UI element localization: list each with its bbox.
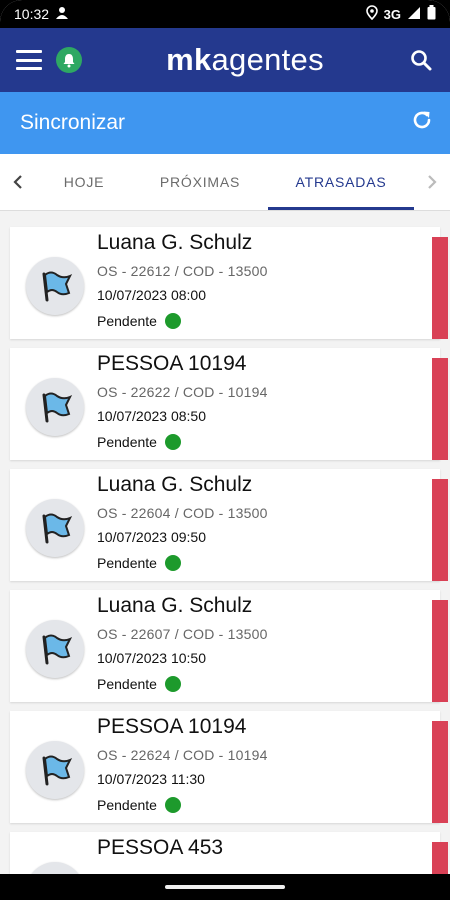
sync-label: Sincronizar <box>20 111 126 134</box>
status-dot <box>164 797 181 813</box>
order-datetime: 10/07/2023 08:00 <box>97 287 206 303</box>
order-datetime: 10/07/2023 09:50 <box>97 529 206 545</box>
tab-atrasadas[interactable]: ATRASADAS <box>268 154 414 210</box>
logo-bold: mk <box>166 42 212 77</box>
gesture-bar <box>0 874 450 900</box>
tab-bar: HOJE PRÓXIMAS ATRASADAS <box>0 154 450 211</box>
status-bar: 10:32 3G <box>0 0 450 28</box>
refresh-icon[interactable] <box>410 108 434 138</box>
client-name: Luana G. Schulz <box>97 473 253 496</box>
status-row: Pendente <box>97 676 181 692</box>
flag-icon <box>26 620 84 678</box>
order-datetime: 10/07/2023 11:30 <box>97 771 205 787</box>
order-datetime: 10/07/2023 08:50 <box>97 408 206 424</box>
status-label: Pendente <box>97 676 157 692</box>
order-code: OS - 22624 / COD - 10194 <box>97 747 268 763</box>
list-item[interactable]: PESSOA 10194 OS - 22624 / COD - 10194 10… <box>10 711 448 823</box>
tab-proximas-label: PRÓXIMAS <box>159 174 241 190</box>
status-row: Pendente <box>97 313 181 329</box>
phone-screen: 10:32 3G mkagentes Sincronizar HOJE PRÓX… <box>0 0 450 900</box>
client-name: PESSOA 10194 <box>97 352 247 375</box>
tab-proximas[interactable]: PRÓXIMAS <box>132 154 268 210</box>
status-dot <box>164 676 181 692</box>
app-bar: mkagentes <box>0 28 450 92</box>
app-logo: mkagentes <box>82 42 408 78</box>
status-label: Pendente <box>97 555 157 571</box>
chevron-left-icon[interactable] <box>0 174 36 190</box>
flag-icon <box>26 378 84 436</box>
home-indicator[interactable] <box>165 885 285 889</box>
tab-hoje-label: HOJE <box>63 174 105 190</box>
status-dot <box>164 313 181 329</box>
list-item[interactable]: Luana G. Schulz OS - 22612 / COD - 13500… <box>10 227 448 339</box>
status-label: Pendente <box>97 797 157 813</box>
flag-icon <box>26 499 84 557</box>
client-name: Luana G. Schulz <box>97 594 253 617</box>
order-code: OS - 22607 / COD - 13500 <box>97 626 268 642</box>
status-time: 10:32 <box>14 6 50 22</box>
order-list: Luana G. Schulz OS - 22612 / COD - 13500… <box>0 211 450 900</box>
sync-bar[interactable]: Sincronizar <box>0 92 450 154</box>
client-name: PESSOA 453 <box>97 836 224 859</box>
search-icon[interactable] <box>408 47 434 73</box>
status-row: Pendente <box>97 797 181 813</box>
late-indicator <box>432 479 448 581</box>
status-label: Pendente <box>97 313 157 329</box>
status-label: Pendente <box>97 434 157 450</box>
network-type: 3G <box>383 6 401 22</box>
person-icon <box>55 6 69 23</box>
late-indicator <box>432 237 448 339</box>
menu-icon[interactable] <box>16 50 42 70</box>
status-dot <box>164 555 181 571</box>
bell-icon[interactable] <box>56 47 82 73</box>
order-datetime: 10/07/2023 10:50 <box>97 650 206 666</box>
location-icon <box>365 5 378 23</box>
tab-atrasadas-label: ATRASADAS <box>295 174 387 190</box>
late-indicator <box>432 600 448 702</box>
logo-rest: agentes <box>211 42 324 77</box>
late-indicator <box>432 721 448 823</box>
client-name: Luana G. Schulz <box>97 231 253 254</box>
order-code: OS - 22612 / COD - 13500 <box>97 263 268 279</box>
late-indicator <box>432 358 448 460</box>
list-item[interactable]: Luana G. Schulz OS - 22604 / COD - 13500… <box>10 469 448 581</box>
order-code: OS - 22622 / COD - 10194 <box>97 384 268 400</box>
client-name: PESSOA 10194 <box>97 715 247 738</box>
list-item[interactable]: Luana G. Schulz OS - 22607 / COD - 13500… <box>10 590 448 702</box>
battery-icon <box>427 5 436 23</box>
status-row: Pendente <box>97 555 181 571</box>
flag-icon <box>26 257 84 315</box>
tab-hoje[interactable]: HOJE <box>36 154 132 210</box>
order-code: OS - 22604 / COD - 13500 <box>97 505 268 521</box>
flag-icon <box>26 741 84 799</box>
chevron-right-icon[interactable] <box>414 174 450 190</box>
list-item[interactable]: PESSOA 10194 OS - 22622 / COD - 10194 10… <box>10 348 448 460</box>
status-dot <box>164 434 181 450</box>
status-row: Pendente <box>97 434 181 450</box>
signal-icon <box>407 6 421 23</box>
